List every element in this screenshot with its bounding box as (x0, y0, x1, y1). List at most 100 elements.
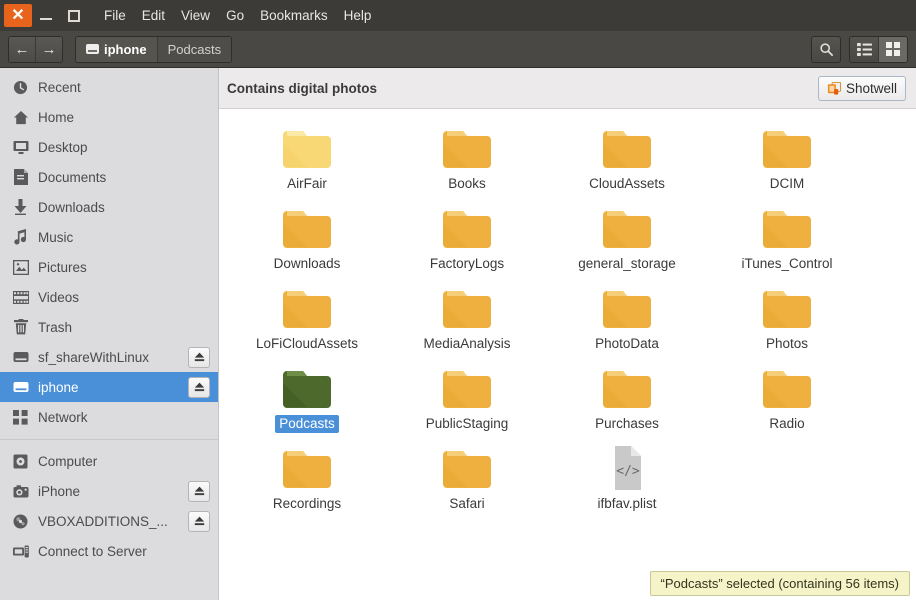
sidebar-item-trash[interactable]: Trash (0, 312, 218, 342)
download-arrow-icon (12, 199, 29, 216)
maximize-icon (68, 10, 80, 22)
forward-button[interactable]: → (36, 37, 62, 62)
file-item-label: Radio (765, 415, 808, 433)
folder-icon (439, 283, 495, 333)
sidebar-item-sf-sharewithlinux[interactable]: sf_shareWithLinux (0, 342, 218, 372)
title-bar: ✕ File Edit View Go Bookmarks Help (0, 0, 916, 31)
sidebar-item-connect-to-server[interactable]: Connect to Server (0, 536, 218, 566)
file-item-factorylogs[interactable]: FactoryLogs (387, 203, 547, 283)
sidebar-item-vboxadditions[interactable]: VBOXADDITIONS_... (0, 506, 218, 536)
sidebar-item-music[interactable]: Music (0, 222, 218, 252)
sidebar-item-label: Trash (38, 320, 72, 335)
folder-icon (599, 123, 655, 173)
sidebar-item-downloads[interactable]: Downloads (0, 192, 218, 222)
folder-icon (439, 203, 495, 253)
sidebar-item-recent[interactable]: Recent (0, 72, 218, 102)
maximize-window-button[interactable] (60, 4, 88, 27)
sidebar-item-label: iPhone (38, 484, 80, 499)
sidebar-item-label: Pictures (38, 260, 87, 275)
file-item-label: Photos (762, 335, 812, 353)
file-item-radio[interactable]: Radio (707, 363, 867, 443)
info-bar: Contains digital photos Shotwell (219, 68, 916, 109)
folder-icon-selected (279, 363, 335, 413)
minimize-window-button[interactable] (32, 4, 60, 27)
file-item-mediaanalysis[interactable]: MediaAnalysis (387, 283, 547, 363)
file-item-label: PhotoData (591, 335, 663, 353)
file-item-downloads[interactable]: Downloads (227, 203, 387, 283)
file-item-recordings[interactable]: Recordings (227, 443, 387, 523)
eject-icon (194, 486, 205, 496)
shotwell-button[interactable]: Shotwell (818, 76, 906, 101)
menu-bar: File Edit View Go Bookmarks Help (104, 8, 371, 23)
eject-button[interactable] (188, 511, 210, 532)
file-grid: AirFair Books CloudAssets (219, 109, 916, 600)
grid-view-icon (886, 42, 900, 56)
code-file-icon: </> (599, 443, 655, 493)
menu-file[interactable]: File (104, 8, 126, 23)
sidebar-item-iphone-device[interactable]: iPhone (0, 476, 218, 506)
eject-button[interactable] (188, 347, 210, 368)
sidebar-divider (0, 439, 218, 440)
sidebar-item-iphone-drive[interactable]: iphone (0, 372, 218, 402)
sidebar-item-label: Computer (38, 454, 97, 469)
menu-view[interactable]: View (181, 8, 210, 23)
file-item-label: general_storage (574, 255, 680, 273)
view-mode-group (849, 36, 908, 63)
camera-icon (12, 483, 29, 500)
list-view-icon (857, 43, 872, 56)
menu-go[interactable]: Go (226, 8, 244, 23)
eject-icon (194, 516, 205, 526)
file-item-label: Podcasts (275, 415, 339, 433)
file-item-label: Books (444, 175, 490, 193)
sidebar-item-pictures[interactable]: Pictures (0, 252, 218, 282)
window-body: Recent Home Desktop Documents (0, 68, 916, 600)
folder-icon (279, 203, 335, 253)
file-item-label: LoFiCloudAssets (252, 335, 362, 353)
file-item-cloudassets[interactable]: CloudAssets (547, 123, 707, 203)
file-item-photos[interactable]: Photos (707, 283, 867, 363)
search-button[interactable] (811, 36, 841, 63)
sidebar-item-network[interactable]: Network (0, 402, 218, 432)
sidebar-item-label: iphone (38, 380, 79, 395)
file-item-airfair[interactable]: AirFair (227, 123, 387, 203)
sidebar-item-documents[interactable]: Documents (0, 162, 218, 192)
film-icon (12, 289, 29, 306)
sidebar-item-label: Documents (38, 170, 106, 185)
file-item-itunes-control[interactable]: iTunes_Control (707, 203, 867, 283)
file-item-dcim[interactable]: DCIM (707, 123, 867, 203)
file-item-podcasts[interactable]: Podcasts (227, 363, 387, 443)
eject-button[interactable] (188, 377, 210, 398)
file-item-general-storage[interactable]: general_storage (547, 203, 707, 283)
sidebar-item-computer[interactable]: Computer (0, 446, 218, 476)
picture-icon (12, 259, 29, 276)
grid-view-button[interactable] (879, 37, 907, 62)
folder-icon (599, 363, 655, 413)
file-item-books[interactable]: Books (387, 123, 547, 203)
back-button[interactable]: ← (9, 37, 36, 62)
file-item-purchases[interactable]: Purchases (547, 363, 707, 443)
breadcrumb-iphone[interactable]: iphone (76, 37, 158, 62)
file-manager-window: ✕ File Edit View Go Bookmarks Help ← → (0, 0, 916, 600)
file-item-loficloudassets[interactable]: LoFiCloudAssets (227, 283, 387, 363)
sidebar-item-home[interactable]: Home (0, 102, 218, 132)
close-window-button[interactable]: ✕ (4, 4, 32, 27)
sidebar-item-videos[interactable]: Videos (0, 282, 218, 312)
file-item-publicstaging[interactable]: PublicStaging (387, 363, 547, 443)
folder-icon (599, 203, 655, 253)
folder-icon (279, 283, 335, 333)
file-item-safari[interactable]: Safari (387, 443, 547, 523)
menu-edit[interactable]: Edit (142, 8, 165, 23)
sidebar-item-desktop[interactable]: Desktop (0, 132, 218, 162)
network-icon (12, 409, 29, 426)
navigation-buttons: ← → (8, 36, 63, 63)
breadcrumb-podcasts-label: Podcasts (168, 42, 221, 57)
eject-button[interactable] (188, 481, 210, 502)
file-item-label: Downloads (270, 255, 345, 273)
menu-help[interactable]: Help (344, 8, 372, 23)
file-item-photodata[interactable]: PhotoData (547, 283, 707, 363)
breadcrumb-podcasts[interactable]: Podcasts (158, 37, 231, 62)
list-view-button[interactable] (850, 37, 879, 62)
sidebar-item-label: VBOXADDITIONS_... (38, 514, 168, 529)
file-item-ifbfav-plist[interactable]: </> ifbfav.plist (547, 443, 707, 523)
menu-bookmarks[interactable]: Bookmarks (260, 8, 328, 23)
